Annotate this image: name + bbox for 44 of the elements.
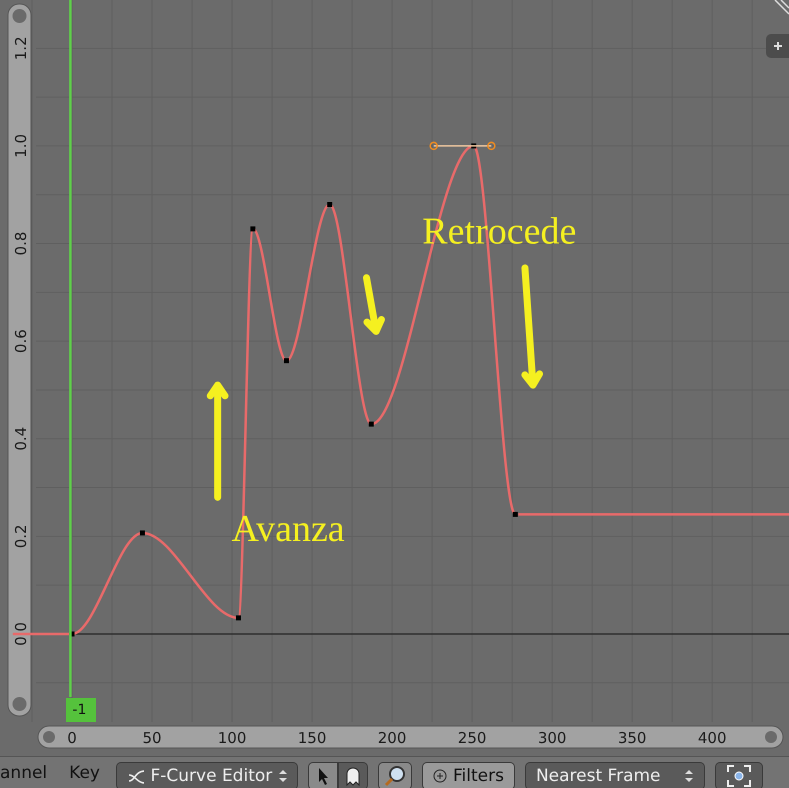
snap-icon: [726, 764, 752, 788]
y-tick-label: 0.4: [12, 426, 30, 451]
x-tick-label: 0: [67, 729, 77, 747]
x-tick-label: 300: [538, 729, 566, 747]
updown-icon: [684, 768, 694, 784]
y-tick-label: 1.2: [12, 36, 30, 60]
handle-drawing[interactable]: [429, 142, 496, 150]
cursor-button[interactable]: [308, 762, 338, 788]
editor-mode-dropdown[interactable]: F-Curve Editor: [116, 762, 298, 788]
add-tab-button[interactable]: [766, 34, 789, 58]
menu-item[interactable]: annel: [0, 762, 48, 782]
keyframe-point[interactable]: [70, 631, 75, 636]
x-tick-label: 50: [142, 729, 162, 747]
x-tick-label: 400: [698, 729, 726, 747]
x-tick-label: 200: [378, 729, 406, 747]
x-tick-label: 350: [618, 729, 646, 747]
menu-item[interactable]: Key: [69, 762, 100, 782]
ghost-icon: [344, 764, 362, 786]
search-icon: [382, 764, 407, 788]
horizontal-scrollbar[interactable]: [38, 726, 784, 748]
y-tick-label: 0.0: [12, 622, 30, 646]
y-tick-label: 0.2: [12, 524, 30, 548]
x-tick-label: 100: [218, 729, 246, 747]
keyframe-point[interactable]: [284, 358, 289, 364]
auto-snap-dropdown[interactable]: Nearest Frame: [524, 762, 705, 788]
vertical-scrollbar[interactable]: [8, 4, 32, 716]
arrow-icon: [363, 274, 385, 335]
keyframe-point[interactable]: [471, 143, 476, 148]
y-tick-label: 1.0: [12, 134, 30, 158]
snap-button[interactable]: [714, 762, 763, 788]
updown-icon: [278, 768, 287, 784]
x-tick-label: 250: [458, 729, 486, 747]
ghost-button[interactable]: [338, 762, 368, 788]
current-frame-badge: -1: [66, 698, 96, 722]
arrow-icon: [206, 382, 228, 501]
y-tick-label: 0.8: [12, 232, 30, 256]
filters-button[interactable]: Filters: [422, 762, 515, 788]
arrow-icon: [521, 264, 544, 389]
keyframe-point[interactable]: [236, 615, 241, 620]
y-tick-label: 0.6: [12, 329, 30, 354]
search-button[interactable]: [378, 762, 412, 788]
plus-circle-icon: [432, 768, 447, 782]
x-tick-label: 150: [298, 729, 326, 747]
corner-drag-icon[interactable]: [774, 0, 789, 15]
